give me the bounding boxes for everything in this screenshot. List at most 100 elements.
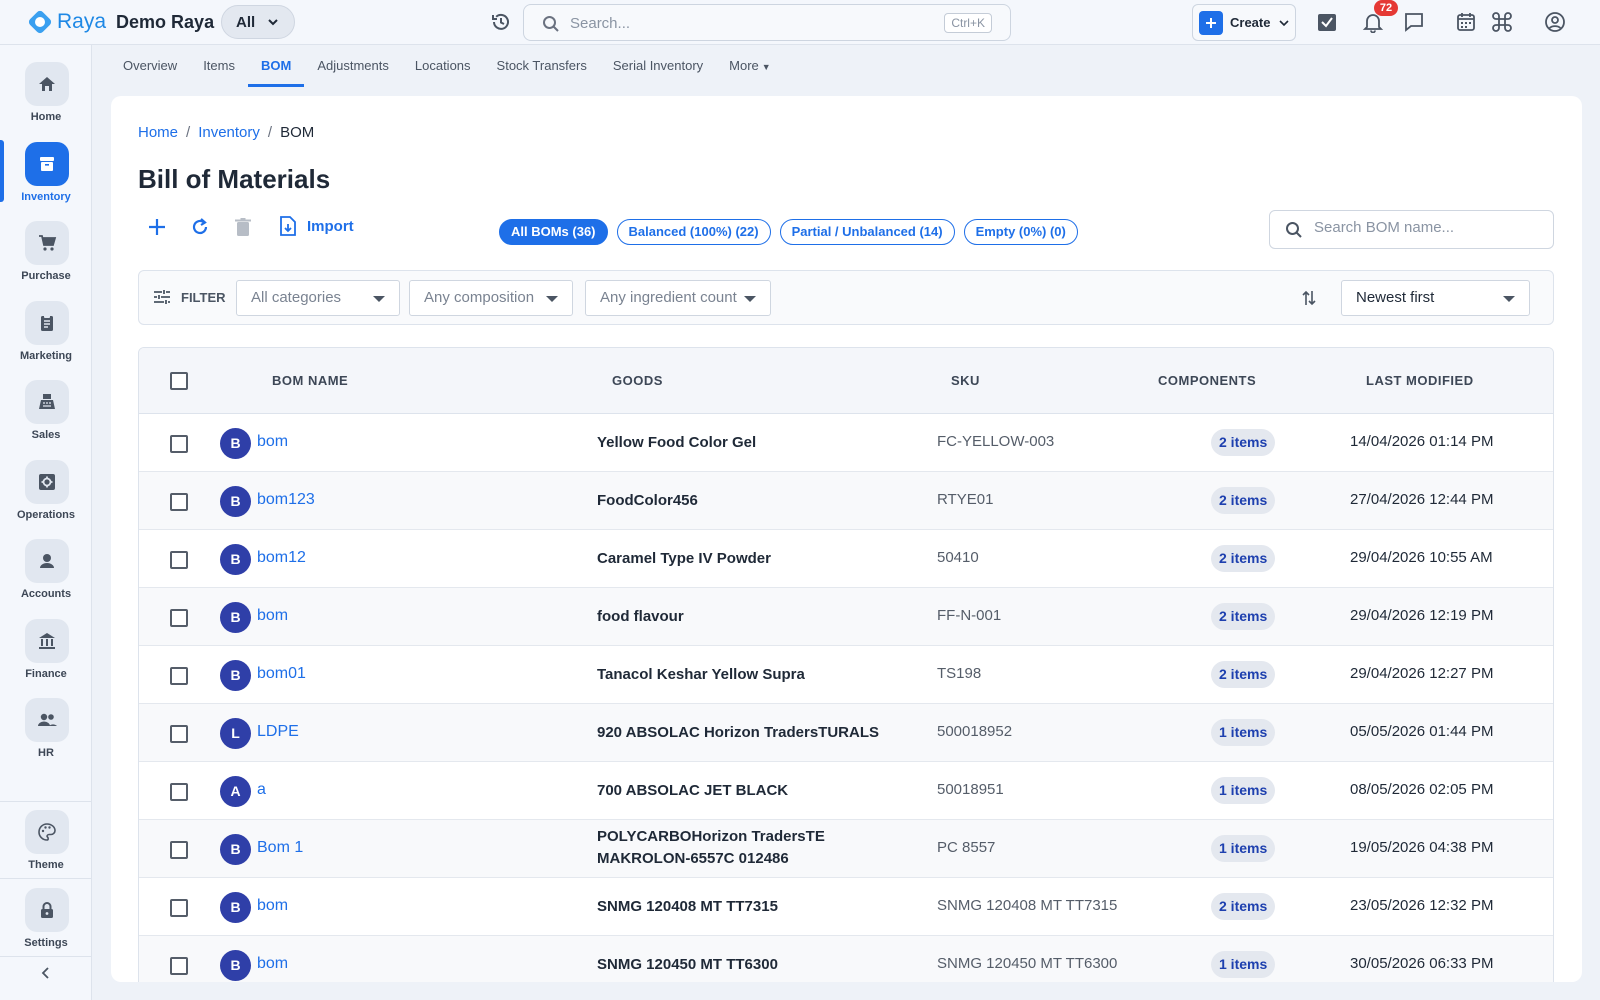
tab-serial-inventory[interactable]: Serial Inventory [600,45,716,87]
bom-name-link[interactable]: bom [257,433,288,451]
global-search[interactable]: Search... Ctrl+K [523,4,1011,41]
sidebar-item-accounts[interactable]: Accounts [0,539,92,617]
row-checkbox[interactable] [170,435,188,453]
account-circle-icon[interactable] [1544,11,1566,33]
goods-name: POLYCARBOHorizon TradersTE MAKROLON-6557… [597,828,825,867]
table-row[interactable]: B bom01 Tanacol Keshar Yellow Supra TS19… [139,646,1553,704]
tab-overview[interactable]: Overview [110,45,190,87]
sidebar-item-theme[interactable]: Theme [0,810,92,888]
refresh-icon[interactable] [190,217,210,237]
scope-select[interactable]: All [221,5,295,39]
command-icon[interactable] [1491,11,1513,33]
components-badge: 1 items [1211,951,1276,978]
task-check-icon[interactable] [1316,11,1338,33]
chip-partial-unbalanced[interactable]: Partial / Unbalanced (14) [779,219,955,245]
row-checkbox[interactable] [170,551,188,569]
table-row[interactable]: A a 700 ABSOLAC JET BLACK 50018951 1 ite… [139,762,1553,820]
column-header-goods[interactable]: GOODS [612,373,663,388]
row-checkbox[interactable] [170,609,188,627]
bom-name-link[interactable]: bom01 [257,665,306,683]
sidebar-item-label: Settings [24,937,68,949]
row-checkbox[interactable] [170,493,188,511]
sidebar-item-marketing[interactable]: Marketing [0,301,92,379]
filter-label-text: FILTER [181,289,226,305]
delete-icon[interactable] [233,217,253,237]
composition-select[interactable]: Any composition [409,280,573,316]
table-row[interactable]: B bom123 FoodColor456 RTYE01 2 items 27/… [139,472,1553,530]
bom-name-link[interactable]: bom123 [257,491,315,509]
breadcrumb-inventory[interactable]: Inventory [198,124,260,141]
goods-name: 920 ABSOLAC Horizon TradersTURALS [597,724,879,741]
sidebar-item-purchase[interactable]: Purchase [0,221,92,299]
calendar-icon[interactable] [1455,11,1477,33]
row-checkbox[interactable] [170,957,188,975]
chip-all-boms[interactable]: All BOMs (36) [499,219,608,245]
table-row[interactable]: B bom12 Caramel Type IV Powder 50410 2 i… [139,530,1553,588]
tab-locations[interactable]: Locations [402,45,484,87]
sort-select[interactable]: Newest first [1341,280,1530,316]
row-checkbox[interactable] [170,725,188,743]
bank-icon [25,619,69,663]
sidebar-item-sales[interactable]: Sales [0,380,92,458]
bom-name-link[interactable]: bom [257,955,288,973]
add-icon[interactable] [147,217,167,237]
history-icon[interactable] [490,11,512,33]
bom-name-link[interactable]: LDPE [257,723,299,741]
column-header-components[interactable]: COMPONENTS [1158,373,1256,388]
bom-name-link[interactable]: Bom 1 [257,839,303,857]
bom-name-link[interactable]: bom [257,607,288,625]
sidebar-item-label: Theme [28,859,64,871]
sku-value: 50018951 [937,781,1004,798]
sku-value: PC 8557 [937,839,996,856]
bom-avatar: B [220,486,251,517]
row-checkbox[interactable] [170,899,188,917]
table-row[interactable]: B Bom 1 POLYCARBOHorizon TradersTE MAKRO… [139,820,1553,878]
top-bar: Raya Demo Raya All Search... Ctrl+K Crea… [0,0,1600,45]
bom-name-link[interactable]: a [257,781,266,799]
sidebar-item-home[interactable]: Home [0,62,92,140]
create-button[interactable]: Create [1192,4,1296,41]
table-row[interactable]: B bom Yellow Food Color Gel FC-YELLOW-00… [139,414,1553,472]
bom-name-link[interactable]: bom [257,897,288,915]
tab-bom[interactable]: BOM [247,45,305,87]
column-header-bom-name[interactable]: BOM NAME [272,373,348,388]
components-badge: 1 items [1211,835,1276,862]
chevron-left-icon[interactable] [38,965,54,981]
sidebar-item-operations[interactable]: Operations [0,460,92,538]
category-select[interactable]: All categories [236,280,400,316]
chat-icon[interactable] [1403,11,1425,33]
table-row[interactable]: B bom SNMG 120450 MT TT6300 SNMG 120450 … [139,936,1553,982]
tab-more[interactable]: More ▼ [716,45,784,87]
bom-search-input[interactable] [1314,219,1544,236]
tab-stock-transfers[interactable]: Stock Transfers [484,45,600,87]
chip-empty[interactable]: Empty (0%) (0) [963,219,1078,245]
last-modified: 29/04/2026 10:55 AM [1350,549,1493,566]
import-button[interactable]: Import [279,216,354,236]
brand[interactable]: Raya Demo Raya [26,8,214,36]
column-header-sku[interactable]: SKU [951,373,980,388]
table-row[interactable]: L LDPE 920 ABSOLAC Horizon TradersTURALS… [139,704,1553,762]
column-header-last-modified[interactable]: LAST MODIFIED [1366,373,1474,388]
select-all-checkbox[interactable] [170,372,188,390]
ingredient-count-select[interactable]: Any ingredient count [585,280,771,316]
row-checkbox[interactable] [170,841,188,859]
tab-adjustments[interactable]: Adjustments [304,45,402,87]
table-row[interactable]: B bom SNMG 120408 MT TT7315 SNMG 120408 … [139,878,1553,936]
sort-direction-icon[interactable] [1301,289,1317,307]
sidebar-item-inventory[interactable]: Inventory [0,140,92,220]
row-checkbox[interactable] [170,783,188,801]
last-modified: 23/05/2026 12:32 PM [1350,897,1494,914]
sidebar-item-hr[interactable]: HR [0,698,92,776]
caret-down-icon: ▼ [761,62,771,72]
row-checkbox[interactable] [170,667,188,685]
bom-name-link[interactable]: bom12 [257,549,306,567]
sidebar-item-label: HR [38,747,54,759]
sidebar-item-finance[interactable]: Finance [0,619,92,697]
goods-name: SNMG 120450 MT TT6300 [597,956,778,973]
sku-value: 50410 [937,549,979,566]
breadcrumb-home[interactable]: Home [138,124,178,141]
chip-balanced[interactable]: Balanced (100%) (22) [616,219,771,245]
sidebar-item-settings[interactable]: Settings [0,888,92,966]
tab-items[interactable]: Items [190,45,248,87]
table-row[interactable]: B bom food flavour FF-N-001 2 items 29/0… [139,588,1553,646]
